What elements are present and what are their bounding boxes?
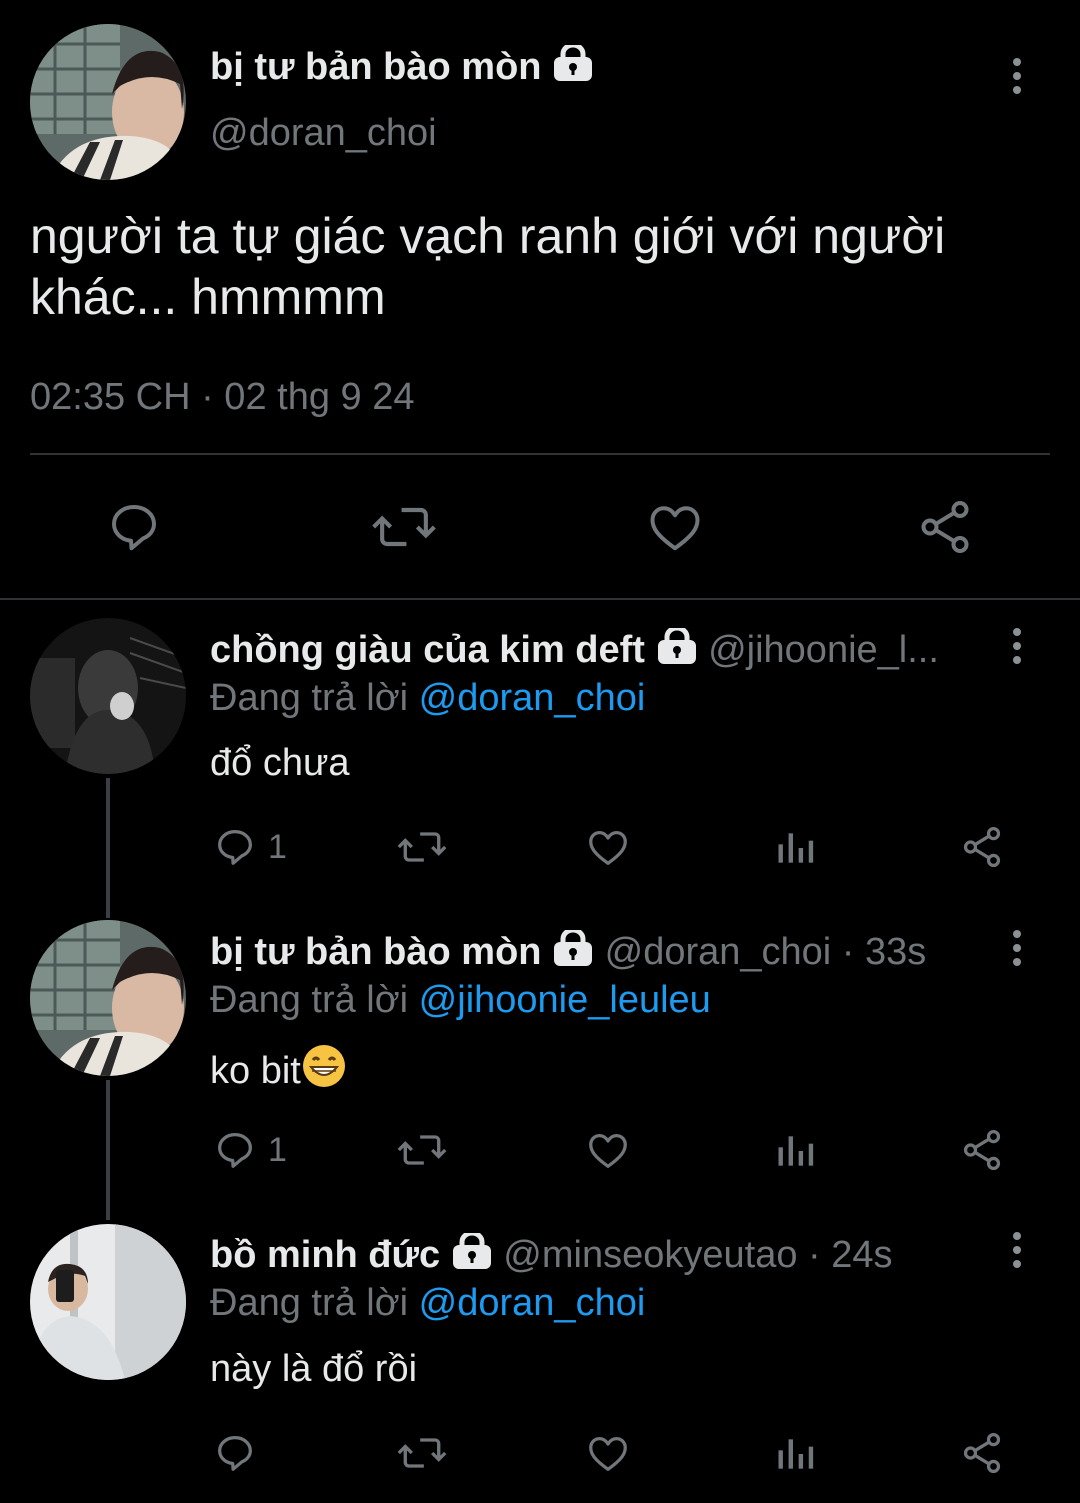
reply-icon (112, 505, 156, 551)
share-icon (963, 1432, 1001, 1474)
mention-link[interactable]: @jihoonie_leuleu (419, 979, 711, 1021)
lock-icon (656, 625, 698, 675)
user-handle[interactable]: @minseokyeutao (503, 1234, 797, 1276)
views-icon (778, 1136, 814, 1166)
user-handle[interactable]: @doran_choi (605, 931, 832, 973)
retweet-icon (397, 1438, 447, 1468)
mention-link[interactable]: @doran_choi (419, 1282, 646, 1324)
avatar[interactable] (30, 920, 186, 1076)
share-button[interactable] (959, 824, 1005, 870)
like-button[interactable] (585, 1430, 631, 1476)
display-name[interactable]: bị tư bản bào mòn (210, 931, 542, 973)
tweet-text: đổ chưa (210, 742, 350, 784)
avatar[interactable] (30, 1224, 186, 1380)
retweet-button[interactable] (396, 1430, 448, 1476)
views-button[interactable] (773, 826, 817, 870)
retweet-button[interactable] (396, 1127, 448, 1173)
reply-icon (218, 1436, 252, 1471)
reply-button[interactable] (104, 497, 164, 557)
like-button[interactable] (645, 497, 705, 557)
reply-count: 1 (268, 1130, 287, 1169)
tweet-time[interactable]: · 33s (842, 931, 926, 973)
retweet-button[interactable] (370, 497, 438, 557)
more-icon[interactable] (1012, 58, 1022, 100)
lock-icon (552, 42, 594, 92)
retweet-icon (397, 1135, 447, 1165)
display-name[interactable]: bị tư bản bào mòn (210, 46, 542, 88)
retweet-button[interactable] (396, 824, 448, 870)
tweet-time[interactable]: · 24s (808, 1234, 892, 1276)
reply-icon (218, 830, 252, 865)
heart-icon (589, 1133, 627, 1168)
reply-count: 1 (268, 827, 287, 866)
tweet-timestamp[interactable]: 02:35 CH · 02 thg 9 24 (30, 374, 414, 420)
avatar[interactable] (30, 24, 186, 180)
heart-icon (589, 1436, 627, 1471)
views-icon (778, 833, 814, 863)
share-button[interactable] (959, 1430, 1005, 1476)
thread-line (106, 778, 110, 918)
share-icon (963, 826, 1001, 868)
heart-icon (650, 506, 700, 551)
user-handle[interactable]: @doran_choi (210, 110, 437, 156)
tweet-text: ko bit (210, 1050, 301, 1092)
reply-icon (218, 1133, 252, 1168)
more-icon[interactable] (1012, 1232, 1022, 1274)
replying-label: Đang trả lời (210, 677, 409, 719)
lock-icon (552, 927, 594, 977)
retweet-icon (397, 832, 447, 862)
tweet-text: người ta tự giác vạch ranh giới với ngườ… (30, 208, 946, 325)
replying-label: Đang trả lời (210, 1282, 409, 1324)
user-handle[interactable]: @jihoonie_l... (708, 629, 939, 671)
grinning-emoji-icon (301, 1043, 347, 1100)
share-button[interactable] (915, 497, 975, 557)
more-icon[interactable] (1012, 930, 1022, 972)
views-icon (778, 1439, 814, 1469)
avatar[interactable] (30, 618, 186, 774)
retweet-icon (372, 507, 436, 547)
thread-line (106, 1080, 110, 1220)
display-name[interactable]: bồ minh đức (210, 1234, 440, 1276)
like-button[interactable] (585, 1127, 631, 1173)
reply-button[interactable]: 1 (212, 824, 287, 870)
views-button[interactable] (773, 1432, 817, 1476)
reply-button[interactable]: 1 (212, 1127, 287, 1173)
share-button[interactable] (959, 1127, 1005, 1173)
display-name[interactable]: chồng giàu của kim deft (210, 629, 645, 671)
more-icon[interactable] (1012, 628, 1022, 670)
lock-icon (451, 1230, 493, 1280)
like-button[interactable] (585, 824, 631, 870)
tweet-text: này là đổ rồi (210, 1348, 418, 1390)
reply-button[interactable] (212, 1430, 258, 1476)
mention-link[interactable]: @doran_choi (419, 677, 646, 719)
divider (30, 453, 1050, 455)
heart-icon (589, 830, 627, 865)
views-button[interactable] (773, 1129, 817, 1173)
share-icon (963, 1129, 1001, 1171)
share-icon (921, 501, 969, 553)
section-divider (0, 598, 1080, 600)
replying-label: Đang trả lời (210, 979, 409, 1021)
